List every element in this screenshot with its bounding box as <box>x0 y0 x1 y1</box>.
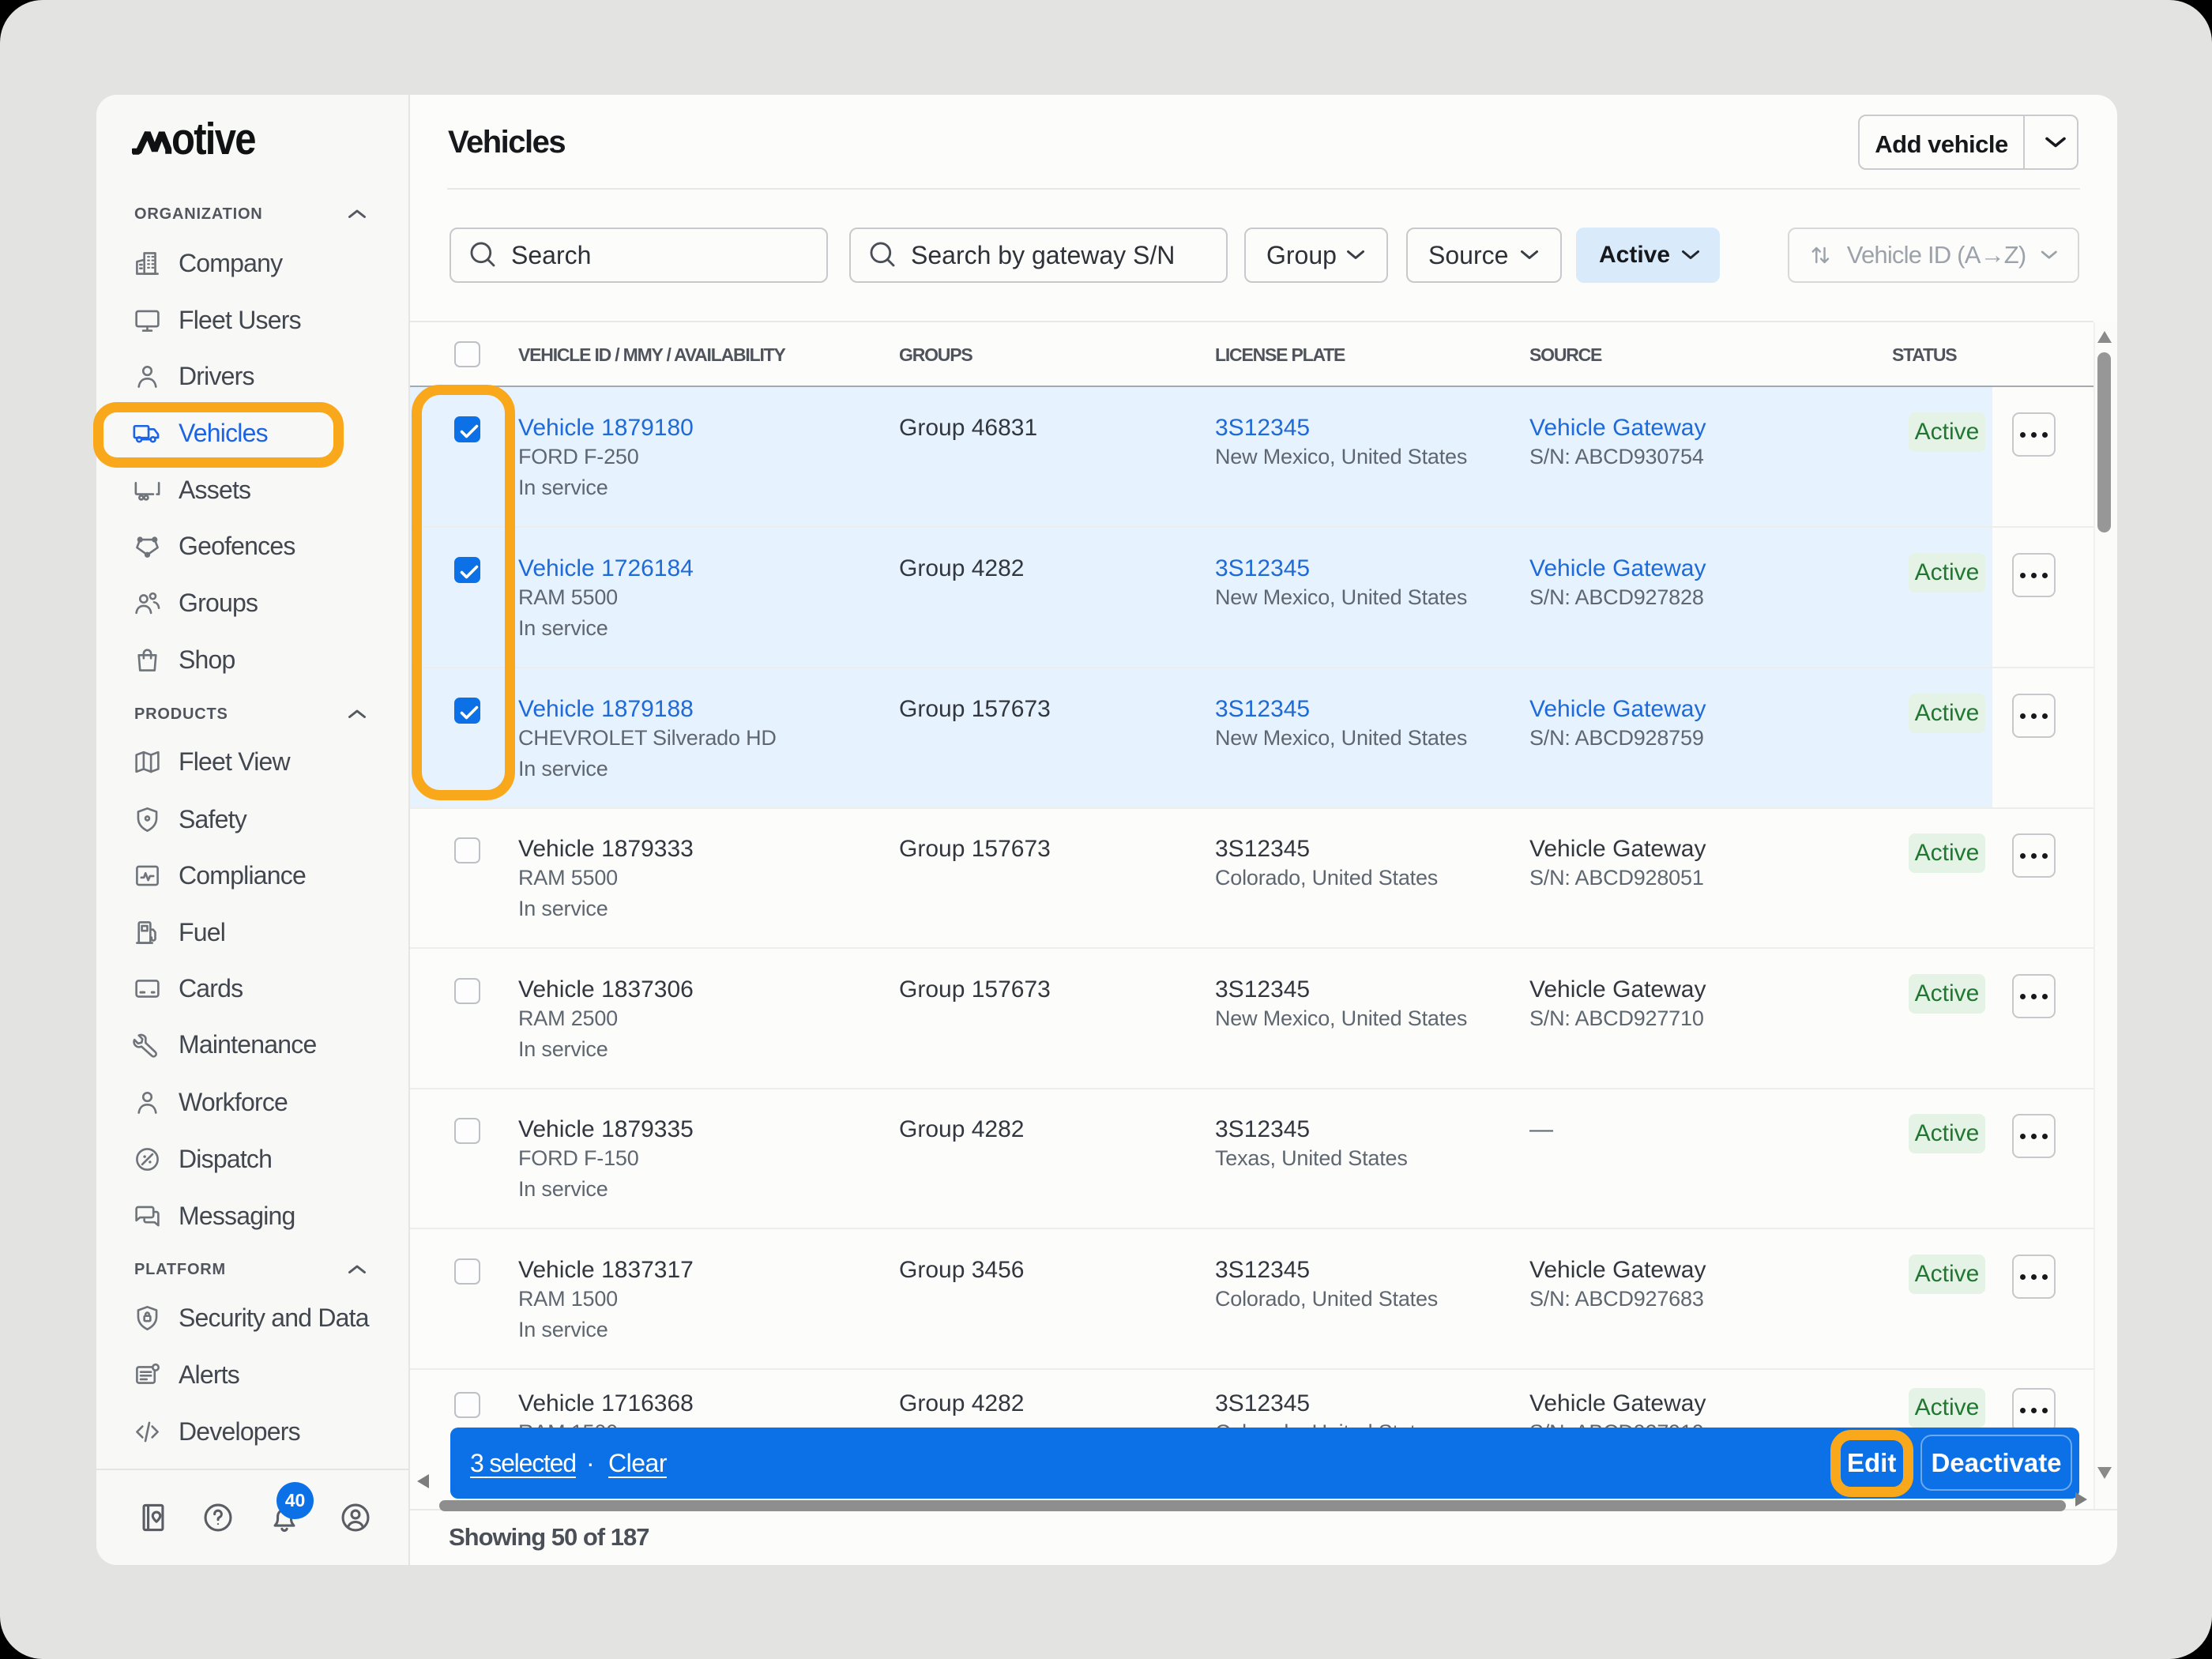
svg-text:otive: otive <box>171 115 255 162</box>
